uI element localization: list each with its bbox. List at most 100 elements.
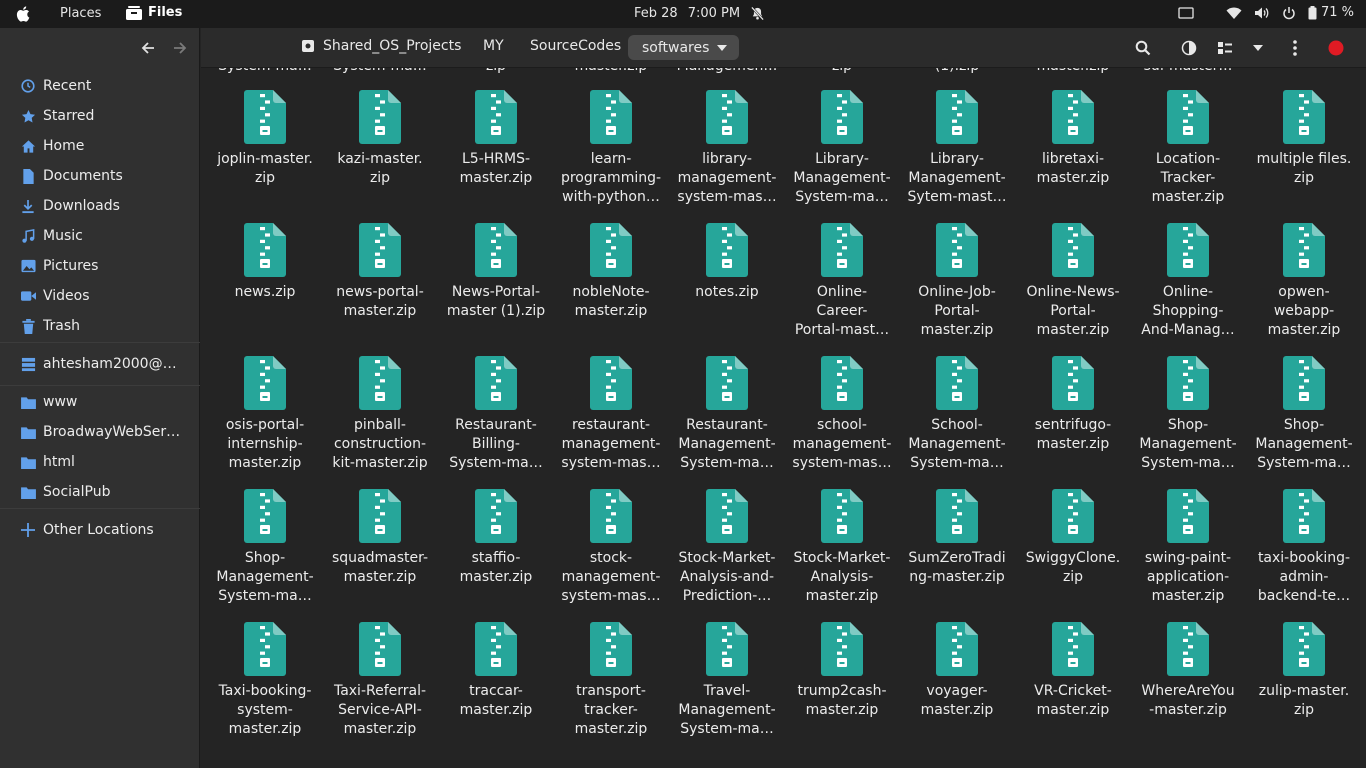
breadcrumb-my[interactable]: MY	[483, 38, 504, 54]
file-item[interactable]: taxi-booking-admin-backend-te…	[1249, 489, 1359, 606]
sidebar-bookmark-www[interactable]: www	[0, 387, 200, 417]
sidebar: Recent Starred Home Documents Downloads Music…	[0, 28, 200, 768]
file-item[interactable]: Online-Job- Portal-master.zip	[902, 223, 1012, 340]
back-arrow-icon[interactable]	[139, 39, 157, 57]
file-name-line: System-ma…	[680, 721, 774, 737]
file-item[interactable]: Travel- Management- System-ma…	[672, 622, 782, 739]
partial-file-label[interactable]: zip	[441, 68, 551, 74]
file-item[interactable]: Library- Management- Sytem-mast…	[902, 90, 1012, 207]
partial-file-label[interactable]: suf-master…	[1133, 68, 1243, 74]
sidebar-item-downloads[interactable]: Downloads	[0, 191, 200, 221]
file-item[interactable]: learn-programming-with-python…	[556, 90, 666, 207]
file-item[interactable]: WhereAreYou -master.zip	[1133, 622, 1243, 720]
partial-file-label[interactable]: System-ma…	[325, 68, 435, 74]
sidebar-item-home[interactable]: Home	[0, 131, 200, 161]
forward-arrow-icon[interactable]	[171, 39, 189, 57]
file-item[interactable]: trump2cash-master.zip	[787, 622, 897, 720]
file-item[interactable]: staffio-master.zip	[441, 489, 551, 587]
file-item[interactable]: Location- Tracker-master.zip	[1133, 90, 1243, 207]
file-item[interactable]: Restaurant- Billing- System-ma…	[441, 356, 551, 473]
file-item[interactable]: osis-portal-internship-master.zip	[210, 356, 320, 473]
clock[interactable]: Feb 28 7:00 PM	[634, 6, 765, 21]
partial-file-label[interactable]: master.zip	[1018, 68, 1128, 74]
breadcrumb-softwares[interactable]: softwares	[628, 35, 740, 60]
file-item[interactable]: squadmaster-master.zip	[325, 489, 435, 587]
sidebar-item-documents[interactable]: Documents	[0, 161, 200, 191]
file-item[interactable]: joplin-master. zip	[210, 90, 320, 188]
file-item[interactable]: pinball-construction-kit-master.zip	[325, 356, 435, 473]
file-item[interactable]: Shop- Management- System-ma…	[1249, 356, 1359, 473]
file-item[interactable]: L5-HRMS-master.zip	[441, 90, 551, 188]
file-item[interactable]: SumZeroTradi ng-master.zip	[902, 489, 1012, 587]
file-name-line: zip	[1293, 170, 1315, 186]
sidebar-item-recent[interactable]: Recent	[0, 71, 200, 101]
file-item[interactable]: library-management-system-mas…	[672, 90, 782, 207]
places-menu[interactable]: Places	[60, 6, 101, 21]
file-item[interactable]: restaurant-management-system-mas…	[556, 356, 666, 473]
sidebar-item-trash[interactable]: Trash	[0, 311, 200, 341]
sidebar-bookmark-html[interactable]: html	[0, 447, 200, 477]
dark-mode-toggle[interactable]	[1180, 39, 1198, 57]
breadcrumb-sourcecodes[interactable]: SourceCodes	[530, 38, 621, 54]
sidebar-item-videos[interactable]: Videos	[0, 281, 200, 311]
sidebar-item-pictures[interactable]: Pictures	[0, 251, 200, 281]
file-item[interactable]: sentrifugo-master.zip	[1018, 356, 1128, 454]
file-item[interactable]: Stock-Market- Analysis-and- Prediction-…	[672, 489, 782, 606]
sidebar-item-other-locations[interactable]: Other Locations	[0, 515, 200, 545]
file-item[interactable]: stock-management-system-mas…	[556, 489, 666, 606]
file-name: Library- Management- System-ma…	[787, 150, 897, 207]
zip-file-icon	[821, 223, 863, 277]
file-item[interactable]: school-management-system-mas…	[787, 356, 897, 473]
file-item[interactable]: SwiggyClone. zip	[1018, 489, 1128, 587]
file-item[interactable]: Online- Shopping- And-Manag…	[1133, 223, 1243, 340]
file-item[interactable]: traccar-master.zip	[441, 622, 551, 720]
file-item[interactable]: news-portal-master.zip	[325, 223, 435, 321]
file-item[interactable]: Taxi-booking-system-master.zip	[210, 622, 320, 739]
main-menu-button[interactable]	[1286, 39, 1304, 57]
file-item[interactable]: Shop- Management- System-ma…	[1133, 356, 1243, 473]
file-item[interactable]: opwen-webapp-master.zip	[1249, 223, 1359, 340]
file-item[interactable]: libretaxi-master.zip	[1018, 90, 1128, 188]
breadcrumb-label: softwares	[642, 39, 710, 56]
sidebar-bookmark-broadwaywebser-[interactable]: BroadwayWebSer…	[0, 417, 200, 447]
breadcrumb-shared-os-projects[interactable]: Shared_OS_Projects	[301, 38, 461, 54]
file-item[interactable]: Library- Management- System-ma…	[787, 90, 897, 207]
files-app-menu[interactable]: Files	[126, 5, 182, 20]
file-item[interactable]: transport-tracker-master.zip	[556, 622, 666, 739]
sidebar-item-network-drive[interactable]: ahtesham2000@…	[0, 349, 200, 379]
partial-file-label[interactable]: (1).zip	[902, 68, 1012, 74]
close-button[interactable]	[1327, 39, 1345, 57]
sidebar-item-starred[interactable]: Starred	[0, 101, 200, 131]
file-item[interactable]: School- Management- System-ma…	[902, 356, 1012, 473]
partial-file-label[interactable]: zip	[787, 68, 897, 74]
search-button[interactable]	[1134, 39, 1152, 57]
zip-file-icon	[359, 489, 401, 543]
file-item[interactable]: notes.zip	[672, 223, 782, 302]
file-item[interactable]: Shop- Management- System-ma…	[210, 489, 320, 606]
view-mode-button[interactable]	[1216, 39, 1234, 57]
partial-file-label[interactable]: Managemen…	[672, 68, 782, 74]
file-item[interactable]: Online-News- Portal-master.zip	[1018, 223, 1128, 340]
file-item[interactable]: multiple files. zip	[1249, 90, 1359, 188]
partial-file-label[interactable]: master.zip	[556, 68, 666, 74]
file-item[interactable]: Online- Career- Portal-mast…	[787, 223, 897, 340]
file-item[interactable]: kazi-master. zip	[325, 90, 435, 188]
apple-icon[interactable]	[15, 5, 33, 23]
file-item[interactable]: zulip-master. zip	[1249, 622, 1359, 720]
sidebar-bookmark-socialpub[interactable]: SocialPub	[0, 477, 200, 507]
drive-icon	[302, 40, 314, 52]
view-options-button[interactable]	[1249, 39, 1267, 57]
file-name-line: Management-	[908, 170, 1006, 186]
file-item[interactable]: News-Portal-master (1).zip	[441, 223, 551, 321]
system-tray[interactable]: 71 %	[1178, 5, 1354, 20]
file-item[interactable]: Restaurant- Management- System-ma…	[672, 356, 782, 473]
sidebar-item-music[interactable]: Music	[0, 221, 200, 251]
file-item[interactable]: nobleNote-master.zip	[556, 223, 666, 321]
file-item[interactable]: VR-Cricket-master.zip	[1018, 622, 1128, 720]
partial-file-label[interactable]: System-ma…	[210, 68, 320, 74]
file-item[interactable]: news.zip	[210, 223, 320, 302]
file-item[interactable]: Taxi-Referral- Service-API-master.zip	[325, 622, 435, 739]
file-item[interactable]: swing-paint-application-master.zip	[1133, 489, 1243, 606]
file-item[interactable]: voyager-master.zip	[902, 622, 1012, 720]
file-item[interactable]: Stock-Market- Analysis-master.zip	[787, 489, 897, 606]
